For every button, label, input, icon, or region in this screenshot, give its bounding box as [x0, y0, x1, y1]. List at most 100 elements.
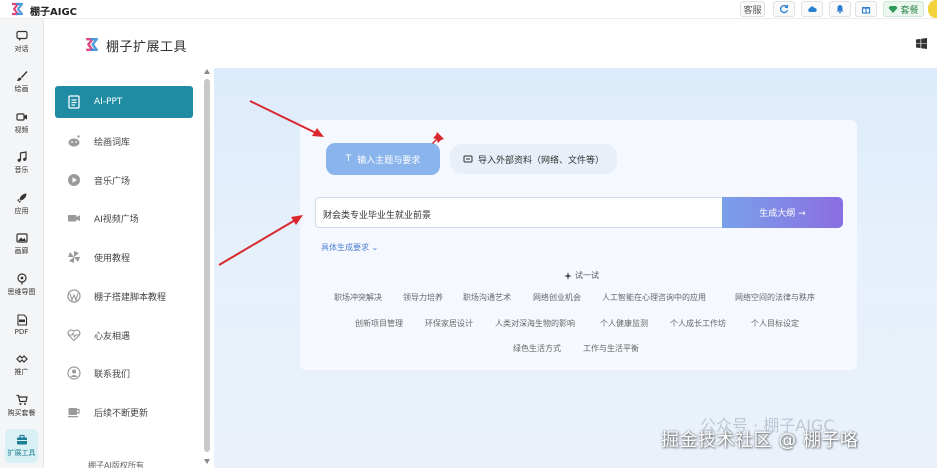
rail-item-apps[interactable]: 应用	[5, 187, 38, 221]
rail-item-pdf[interactable]: PDF	[5, 308, 38, 342]
panel-scrollbar[interactable]	[203, 69, 211, 468]
menu-item-label: 棚子搭建脚本教程	[94, 292, 167, 303]
tab-topic-input[interactable]: T 输入主题与要求	[326, 143, 440, 175]
rail-item-label: 扩展工具	[7, 449, 36, 457]
rail-item-label: PDF	[14, 328, 29, 336]
cloud-icon	[808, 6, 817, 12]
gift-icon	[861, 7, 871, 14]
rail-item-mindmap[interactable]: 思维导图	[5, 268, 38, 302]
generate-outline-button[interactable]: 生成大纲 →	[722, 197, 843, 228]
scroll-down-arrow-icon[interactable]	[204, 459, 210, 464]
suggestion-chip[interactable]: 职场沟通艺术	[463, 292, 511, 303]
rail-item-label: 绘画	[14, 85, 29, 93]
main-header	[214, 19, 937, 68]
notification-button[interactable]	[829, 1, 851, 17]
tab-import-external[interactable]: 导入外部资料（网络、文件等）	[450, 144, 617, 174]
sparkle-icon	[564, 271, 572, 280]
diamond-icon	[888, 6, 898, 13]
watermark-main: 掘金技术社区 @ 棚子咯	[661, 430, 859, 451]
scroll-thumb[interactable]	[204, 79, 210, 452]
detail-requirements-toggle[interactable]: 具体生成要求 ⌄	[321, 242, 378, 253]
suggestion-chip[interactable]: 绿色生活方式	[513, 343, 561, 354]
panel-logo-icon	[86, 38, 98, 51]
suggestion-chip[interactable]: 领导力培养	[403, 292, 443, 303]
tab-import-label: 导入外部资料（网络、文件等）	[477, 155, 604, 166]
pin-icon	[432, 132, 444, 144]
heartbeat-icon	[67, 329, 81, 342]
top-bar: 棚子AIGC 客服 套餐	[0, 0, 937, 19]
suggestion-chip[interactable]: 个人健康监测	[600, 318, 648, 329]
rail-item-label: 画廊	[14, 247, 29, 255]
refresh-button[interactable]	[773, 1, 795, 17]
rail-item-draw[interactable]: 绘画	[5, 65, 38, 99]
copyright-text: 棚子AI版权所有	[88, 461, 144, 468]
menu-item-ai-ppt[interactable]: AI-PPT	[55, 86, 193, 118]
play-icon	[68, 174, 80, 186]
scroll-up-arrow-icon[interactable]	[204, 69, 210, 74]
gallery-icon	[15, 233, 28, 243]
pdf-icon	[16, 314, 27, 326]
menu-item-contact-us[interactable]: 联系我们	[55, 357, 193, 389]
pinwheel-icon	[68, 251, 80, 263]
menu-item-setup-script-tutorial[interactable]: 棚子搭建脚本教程	[55, 280, 193, 312]
menu-item-label: AI视频广场	[94, 214, 139, 225]
menu-item-coming-updates[interactable]: 后续不断更新	[55, 396, 193, 428]
suggestion-chip[interactable]: 网络空间的法律与秩序	[735, 292, 815, 303]
suggestion-chip[interactable]: 人工智能在心理咨询中的应用	[602, 292, 706, 303]
suggestion-chip[interactable]: 网络创业机会	[533, 292, 581, 303]
menu-item-ai-video-square[interactable]: AI视频广场	[55, 202, 193, 234]
customer-service-button[interactable]: 客服	[740, 1, 765, 17]
menu-item-prompt-library[interactable]: 绘画词库	[55, 125, 193, 157]
vip-plan-label: 套餐	[900, 5, 919, 16]
bell-icon	[836, 5, 844, 14]
rail-item-gallery[interactable]: 画廊	[5, 227, 38, 261]
menu-item-label: 后续不断更新	[94, 408, 149, 419]
document-icon	[68, 95, 80, 109]
rail-item-label: 思维导图	[7, 288, 36, 296]
suggestion-chip[interactable]: 人类对深海生物的影响	[495, 318, 575, 329]
menu-item-music-square[interactable]: 音乐广场	[55, 164, 193, 196]
rail-item-label: 音乐	[14, 166, 29, 174]
rail-item-label: 推广	[14, 368, 29, 376]
menu-item-tutorial[interactable]: 使用教程	[55, 241, 193, 273]
brush-icon	[16, 71, 27, 81]
vip-plan-button[interactable]: 套餐	[883, 1, 924, 17]
suggestion-chip[interactable]: 职场冲突解决	[334, 292, 382, 303]
mindmap-icon	[16, 273, 27, 285]
menu-item-label: 使用教程	[94, 253, 131, 264]
rail-item-label: 视频	[14, 126, 29, 134]
menu-item-label: 音乐广场	[94, 176, 131, 187]
tab-topic-label: 输入主题与要求	[357, 155, 421, 166]
app-title: 棚子AIGC	[30, 7, 78, 18]
reddit-icon	[68, 135, 80, 147]
suggestion-chip[interactable]: 个人成长工作坊	[670, 318, 726, 329]
try-it-heading: 试一试	[564, 270, 599, 281]
rocket-icon	[16, 193, 26, 203]
topic-input-value: 财会类专业毕业生就业前景	[323, 211, 432, 221]
extension-panel: 棚子扩展工具 AI-PPT 绘画词库 音乐广场 AI视频广场 使用教程 棚子搭建…	[44, 19, 214, 468]
menu-item-friends-meet[interactable]: 心友相遇	[55, 319, 193, 351]
share-icon	[15, 355, 28, 363]
chat-icon	[15, 30, 28, 41]
rail-item-buy-plan[interactable]: 购买套餐	[5, 389, 38, 423]
rail-item-chat[interactable]: 对话	[5, 25, 38, 59]
app-logo-icon	[12, 2, 24, 16]
suggestion-chip[interactable]: 环保家居设计	[425, 318, 473, 329]
gift-button[interactable]	[855, 1, 877, 17]
topic-input[interactable]: 财会类专业毕业生就业前景	[315, 197, 725, 228]
menu-item-label: 心友相遇	[94, 331, 131, 342]
rail-item-video[interactable]: 视频	[5, 106, 38, 140]
windows-icon[interactable]	[916, 38, 927, 49]
toolbox-icon	[16, 434, 27, 445]
rail-item-label: 对话	[14, 45, 29, 53]
user-icon	[67, 366, 81, 380]
rail-item-music[interactable]: 音乐	[5, 146, 38, 180]
text-icon: T	[345, 154, 352, 164]
suggestion-chip[interactable]: 创新项目管理	[355, 318, 403, 329]
cloud-button[interactable]	[801, 1, 823, 17]
rail-item-extensions[interactable]: 扩展工具	[5, 429, 38, 463]
avatar[interactable]	[928, 0, 937, 18]
rail-item-promote[interactable]: 推广	[5, 348, 38, 382]
suggestion-chip[interactable]: 个人目标设定	[751, 318, 799, 329]
suggestion-chip[interactable]: 工作与生活平衡	[583, 343, 639, 354]
